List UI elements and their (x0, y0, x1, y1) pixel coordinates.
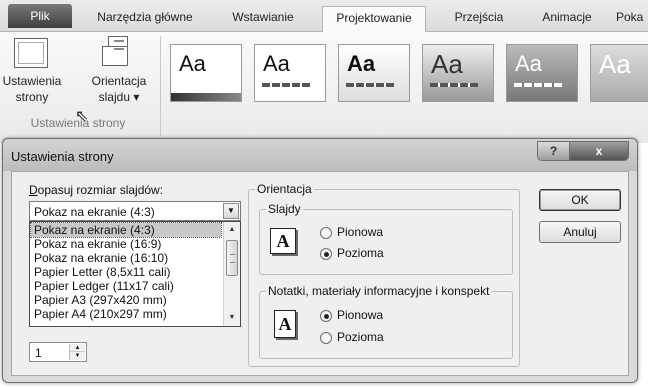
theme-glyph: Aa (599, 49, 631, 79)
tab-transitions[interactable]: Przejścia (440, 6, 518, 32)
tab-file[interactable]: Plik (8, 4, 72, 28)
page-setup-label-2: strony (15, 90, 49, 104)
window-buttons: ? x (537, 141, 629, 161)
theme-glyph: Aa (515, 51, 542, 76)
list-item[interactable]: Papier A4 (210x297 mm) (31, 307, 221, 321)
cancel-button[interactable]: Anuluj (539, 221, 621, 243)
theme-glyph: Aa (347, 51, 376, 76)
list-item[interactable]: Pokaz na ekranie (4:3) (30, 222, 222, 238)
theme-thumbnail-2[interactable]: Aa (254, 44, 326, 102)
close-button[interactable]: x (570, 142, 628, 160)
slide-size-listbox[interactable]: Pokaz na ekranie (4:3) Pokaz na ekranie … (29, 221, 241, 327)
radio-selected-icon[interactable] (320, 247, 332, 260)
page-setup-icon (14, 38, 48, 68)
scroll-down-icon[interactable]: ▼ (224, 310, 240, 326)
slide-orientation-icon (102, 36, 132, 70)
notes-group: Notatki, materiały informacyjne i konspe… (259, 284, 513, 359)
slide-size-label: Dopasuj rozmiar slajdów: (29, 183, 164, 197)
slide-size-label-text: opasuj rozmiar slajdów: (37, 183, 164, 197)
group-label-page-setup: Ustawienia strony (30, 116, 126, 130)
slides-portrait-label: Pionowa (337, 225, 384, 239)
help-button[interactable]: ? (538, 142, 570, 160)
theme-thumbnail-4[interactable]: Aa (422, 44, 494, 102)
slides-landscape-label: Pozioma (337, 246, 384, 260)
orientation-group: Orientacja Slajdy A Pionowa Pozioma Nota… (248, 182, 520, 367)
scroll-thumb[interactable] (226, 240, 238, 276)
slide-orientation-label-2: slajdu ▾ (98, 90, 140, 104)
dialog-title: Ustawienia strony (11, 149, 114, 164)
notes-portrait-label: Pionowa (337, 308, 384, 322)
list-item[interactable]: Pokaz na ekranie (16:9) (31, 237, 221, 251)
slides-label: Slajdy (266, 202, 303, 216)
page-setup-dialog: Ustawienia strony ? x Dopasuj rozmiar sl… (2, 138, 638, 383)
list-item[interactable]: Pokaz na ekranie (16:10) (31, 251, 221, 265)
slide-size-combobox[interactable]: Pokaz na ekranie (4:3) ▼ (29, 201, 241, 221)
slide-number-value: 1 (35, 346, 42, 360)
list-item[interactable]: Papier A3 (297x420 mm) (31, 293, 221, 307)
dialog-client-area: Dopasuj rozmiar slajdów: Pokaz na ekrani… (11, 171, 629, 376)
spinner-buttons: ▲ ▼ (69, 344, 85, 360)
slide-orientation-label-1: Orientacja (91, 74, 147, 88)
theme-thumbnail-1[interactable]: Aa (170, 44, 242, 102)
tab-design[interactable]: Projektowanie (322, 6, 426, 33)
notes-label: Notatki, materiały informacyjne i konspe… (266, 284, 492, 298)
portrait-page-icon: A (274, 310, 296, 338)
spin-down-icon[interactable]: ▼ (70, 352, 85, 360)
theme-thumbnail-5[interactable]: Aa (506, 44, 578, 102)
list-item[interactable]: Papier Ledger (11x17 cali) (31, 279, 221, 293)
page-setup-label-1: Ustawienia (2, 74, 62, 88)
landscape-page-icon: A (270, 228, 296, 254)
notes-portrait-option[interactable]: Pionowa (320, 308, 383, 324)
radio-icon[interactable] (320, 226, 332, 239)
notes-landscape-option[interactable]: Pozioma (320, 330, 384, 346)
orientation-label: Orientacja (255, 182, 314, 196)
slide-number-spinner[interactable]: 1 ▲ ▼ (29, 342, 87, 362)
theme-thumbnail-6[interactable]: Aa (590, 44, 648, 102)
theme-glyph: Aa (179, 51, 206, 76)
radio-selected-icon[interactable] (320, 309, 332, 322)
slide-orientation-button[interactable]: Orientacja slajdu ▾ (84, 32, 154, 114)
chevron-down-icon[interactable]: ▼ (223, 203, 239, 219)
slides-portrait-option[interactable]: Pionowa (320, 225, 383, 241)
ribbon: Plik Narzędzia główne Wstawianie Projekt… (0, 0, 648, 143)
ribbon-tabs: Plik Narzędzia główne Wstawianie Projekt… (0, 0, 648, 33)
theme-glyph: Aa (431, 49, 463, 79)
notes-landscape-label: Pozioma (337, 330, 384, 344)
slides-landscape-option[interactable]: Pozioma (320, 246, 384, 262)
tab-slideshow[interactable]: Poka (616, 6, 648, 32)
tab-insert[interactable]: Wstawianie (218, 6, 308, 32)
slides-group: Slajdy A Pionowa Pozioma (259, 202, 513, 275)
theme-glyph: Aa (263, 51, 290, 76)
dialog-titlebar[interactable]: Ustawienia strony ? x (3, 139, 637, 171)
tab-animations[interactable]: Animacje (530, 6, 604, 32)
ok-button[interactable]: OK (539, 189, 621, 211)
scroll-up-icon[interactable]: ▲ (224, 222, 240, 238)
listbox-scrollbar[interactable]: ▲ ▼ (223, 222, 240, 326)
slide-size-value: Pokaz na ekranie (4:3) (34, 205, 155, 219)
group-separator (160, 36, 161, 136)
list-item[interactable]: Papier Letter (8,5x11 cali) (31, 265, 221, 279)
tab-home[interactable]: Narzędzia główne (86, 6, 204, 32)
radio-icon[interactable] (320, 331, 332, 344)
theme-thumbnail-3[interactable]: Aa (338, 44, 410, 102)
page-setup-button[interactable]: Ustawienia strony (0, 32, 64, 114)
ribbon-body: Ustawienia strony Orientacja slajdu ▾ ⇖ … (0, 32, 648, 143)
spin-up-icon[interactable]: ▲ (70, 344, 85, 352)
